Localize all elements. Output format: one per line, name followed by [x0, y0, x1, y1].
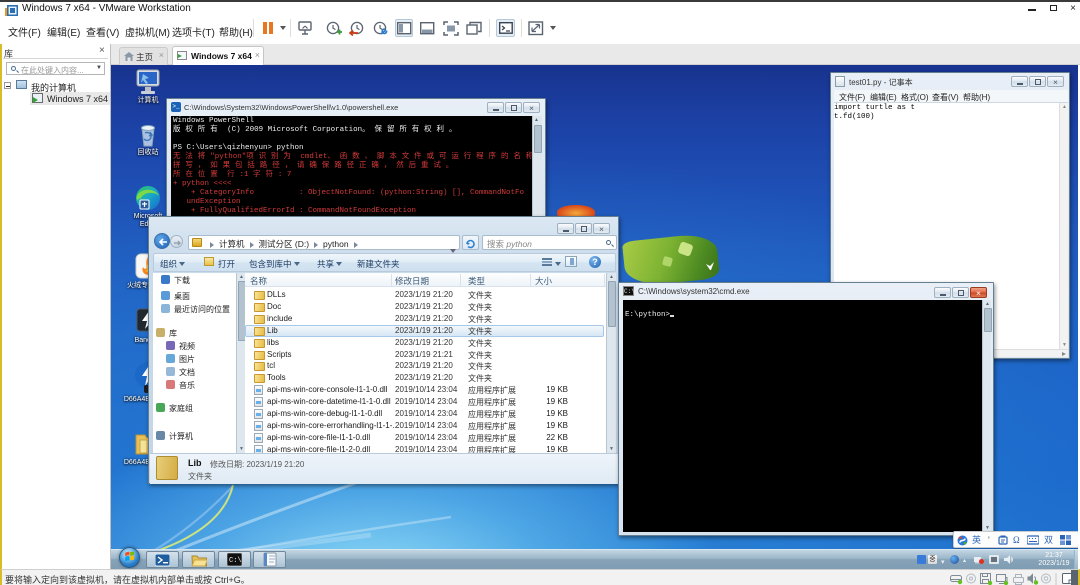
svg-text:C:\: C:\	[229, 557, 242, 565]
